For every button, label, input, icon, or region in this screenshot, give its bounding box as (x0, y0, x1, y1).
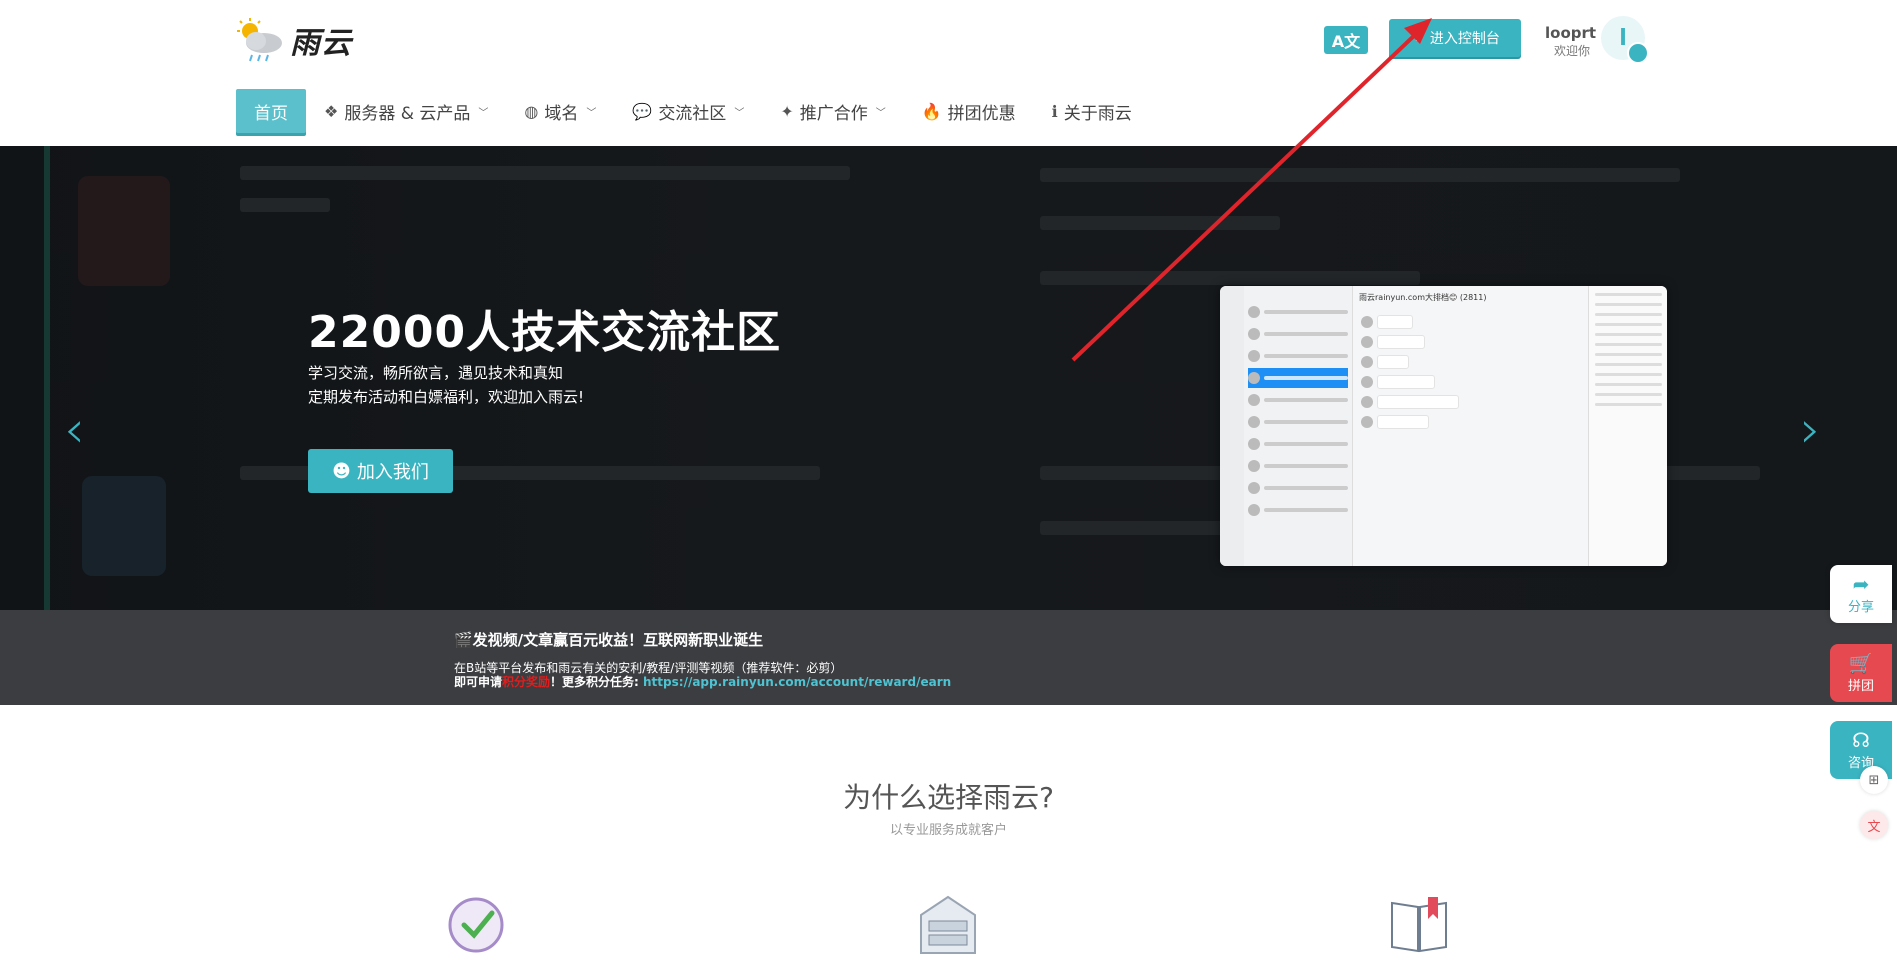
language-toggle-button[interactable]: A文 (1324, 26, 1368, 54)
chat-screenshot: 雨云rainyun.com大排档😊 (2811) (1220, 286, 1667, 566)
hero-title: 22000人技术交流社区 (308, 307, 782, 358)
hero-bg-decoration (78, 176, 170, 286)
why-title: 为什么选择雨云? (843, 781, 1054, 814)
hero-bg-decoration (240, 166, 850, 180)
share-button[interactable]: ➦ 分享 (1830, 565, 1892, 623)
hero-bg-decoration (1040, 271, 1420, 285)
share-icon: ➦ (1852, 571, 1870, 596)
enter-console-button[interactable]: ➔ 进入控制台 (1389, 19, 1521, 57)
logo[interactable]: 雨云 (236, 16, 352, 64)
list-item (1248, 302, 1348, 322)
list-item (1248, 324, 1348, 344)
hero-bg-decoration (240, 198, 330, 212)
user-name[interactable]: looprt (1545, 24, 1596, 42)
sparkle-icon: ✦ (780, 101, 794, 121)
nav-community[interactable]: 💬 交流社区 ﹀ (614, 89, 762, 133)
hero-bg-decoration (82, 476, 166, 576)
chat-sidebar (1220, 286, 1244, 566)
carousel-next-icon[interactable]: › (1800, 400, 1821, 460)
list-item (1248, 500, 1348, 520)
list-item (1248, 390, 1348, 410)
nav-group-deals[interactable]: 🔥 拼团优惠 (904, 89, 1034, 133)
group-buy-button[interactable]: 🛒 拼团 (1830, 644, 1892, 702)
join-us-button[interactable]: ☻ 加入我们 (308, 449, 453, 493)
cubes-icon: ❖ (324, 101, 339, 121)
announcement-banner (0, 610, 1897, 705)
main-nav: 首页 ❖ 服务器 & 云产品 ﹀ ◍ 域名 ﹀ 💬 交流社区 ﹀ ✦ 推广合作 … (236, 88, 1150, 134)
hero-bg-decoration (1040, 168, 1680, 182)
chevron-down-icon: ﹀ (734, 107, 745, 119)
banner-headline: 🎬发视频/文章赢百元收益！互联网新职业诞生 (454, 631, 764, 649)
weather-logo-icon (237, 18, 282, 62)
why-subtitle: 以专业服务成就客户 (889, 823, 1007, 838)
nav-servers[interactable]: ❖ 服务器 & 云产品 ﹀ (306, 89, 506, 133)
carousel-prev-icon[interactable]: ‹ (64, 400, 85, 460)
book-icon (1391, 897, 1447, 953)
headset-icon: ☊ (1852, 727, 1870, 752)
chevron-down-icon: ﹀ (875, 107, 886, 119)
list-item (1248, 434, 1348, 454)
nav-about[interactable]: ℹ 关于雨云 (1034, 89, 1150, 133)
nav-home[interactable]: 首页 (236, 89, 306, 133)
chevron-down-icon: ﹀ (478, 107, 489, 119)
nav-domains[interactable]: ◍ 域名 ﹀ (506, 89, 614, 133)
reward-link[interactable]: https://app.rainyun.com/account/reward/e… (643, 675, 951, 689)
list-item (1248, 456, 1348, 476)
hero-subtitle-1: 学习交流，畅所欲言，遇见技术和真知 (308, 364, 564, 382)
qq-icon: ☻ (332, 460, 351, 482)
logo-text: 雨云 (290, 26, 352, 61)
fire-icon: 🔥 (921, 101, 942, 121)
enter-console-label: 进入控制台 (1429, 31, 1500, 47)
hero-bg-decoration (1040, 216, 1280, 230)
chat-icon: 💬 (632, 101, 653, 121)
chevron-down-icon: ﹀ (586, 107, 597, 119)
apps-icon[interactable]: ⊞ (1860, 766, 1888, 794)
chat-list (1244, 286, 1353, 566)
server-icon (920, 895, 976, 954)
globe-icon: ◍ (524, 101, 539, 121)
list-item (1248, 346, 1348, 366)
check-badge-icon (448, 897, 504, 953)
chat-title: 雨云rainyun.com大排档😊 (2811) (1359, 293, 1487, 302)
login-icon: ➔ (1410, 30, 1422, 46)
hero-carousel: ‹ › 22000人技术交流社区 学习交流，畅所欲言，遇见技术和真知 定期发布活… (0, 146, 1897, 610)
chat-member-panel (1588, 286, 1667, 566)
list-item (1248, 412, 1348, 432)
user-greeting: 欢迎你 (1554, 44, 1591, 58)
translate-icon[interactable]: 文 (1860, 811, 1888, 839)
hero-bg-decoration (44, 146, 50, 610)
site-header: 雨云 A文 ➔ 进入控制台 looprt 欢迎你 l 首页 ❖ 服务器 & 云产… (0, 0, 1897, 147)
list-item (1248, 478, 1348, 498)
banner-text: 即可申请积分奖励！更多积分任务: https://app.rainyun.com… (454, 675, 952, 689)
chat-main: 雨云rainyun.com大排档😊 (2811) (1353, 286, 1588, 566)
cart-icon: 🛒 (1848, 650, 1874, 675)
hero-subtitle-2: 定期发布活动和白嫖福利，欢迎加入雨云! (308, 388, 585, 406)
avatar-badge-icon (1627, 42, 1649, 64)
nav-promotion[interactable]: ✦ 推广合作 ﹀ (762, 89, 903, 133)
info-icon: ℹ (1051, 101, 1058, 121)
list-item (1248, 368, 1348, 388)
